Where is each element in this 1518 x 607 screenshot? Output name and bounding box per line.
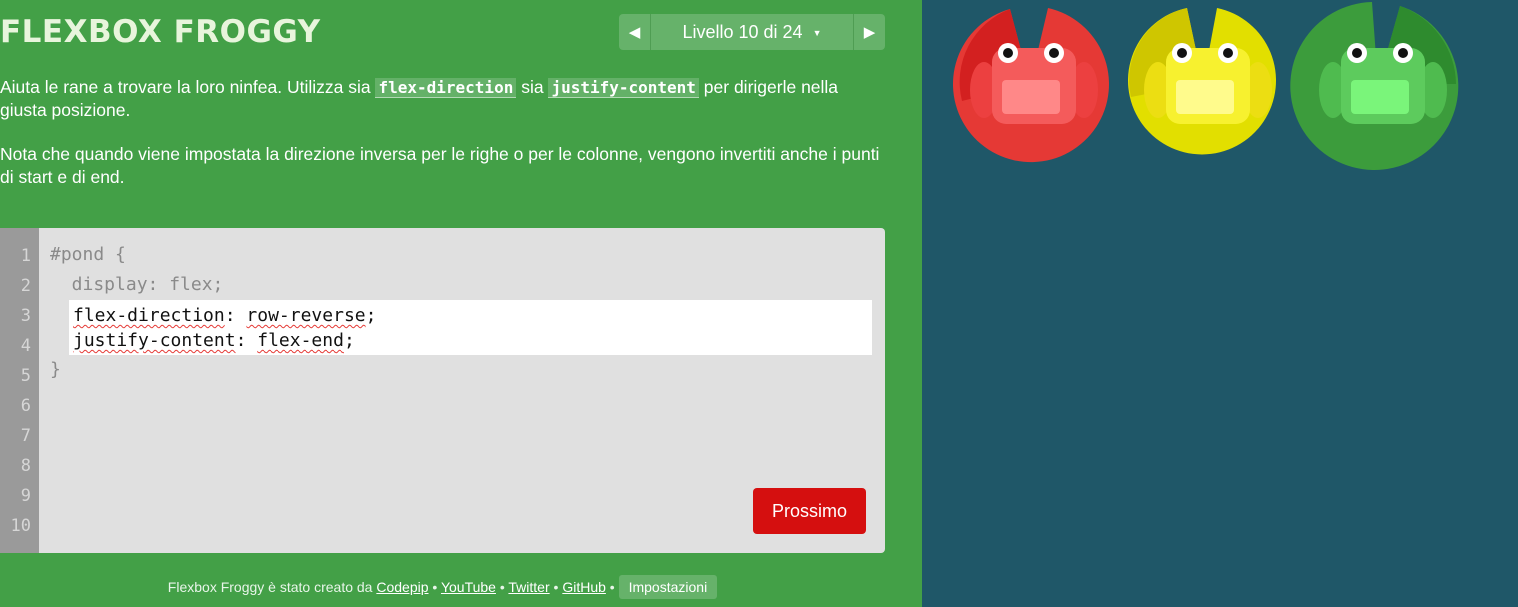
- link-github[interactable]: GitHub: [562, 579, 606, 595]
- caret-down-icon: ▼: [812, 28, 822, 38]
- sidebar: FLEXBOX FROGGY ◀ Livello 10 di 24 ▼ ▶ Ai…: [0, 0, 922, 607]
- punctuation: :: [235, 330, 258, 351]
- separator: •: [428, 579, 441, 595]
- settings-button[interactable]: Impostazioni: [618, 575, 718, 599]
- line-number: 7: [20, 426, 31, 446]
- line-number: 10: [10, 516, 31, 536]
- level-label: Livello 10 di 24: [682, 21, 803, 42]
- separator: •: [605, 579, 619, 595]
- instructions: Aiuta le rane a trovare la loro ninfea. …: [0, 76, 885, 210]
- punctuation: :: [224, 305, 247, 326]
- line-number: 4: [20, 336, 31, 356]
- line-number: 6: [20, 396, 31, 416]
- triangle-right-icon: ▶: [863, 24, 876, 41]
- line-number: 2: [20, 276, 31, 296]
- input-line-1: flex-direction: row-reverse;: [73, 305, 376, 326]
- credits-text: Flexbox Froggy è stato creato da: [167, 579, 377, 595]
- red-frog: [970, 43, 1098, 124]
- instruction-paragraph-2: Nota che quando viene impostata la direz…: [0, 144, 880, 187]
- yellow-frog: [1144, 43, 1272, 124]
- line-number: 3: [20, 306, 31, 326]
- next-button[interactable]: Prossimo: [753, 488, 866, 534]
- previous-level-button[interactable]: ◀: [619, 14, 651, 50]
- code-line-1: #pond {: [50, 244, 126, 265]
- punctuation: ;: [343, 330, 355, 351]
- code-line-5: }: [50, 359, 61, 380]
- level-indicator-dropdown[interactable]: Livello 10 di 24 ▼: [651, 14, 853, 50]
- separator: •: [495, 579, 509, 595]
- line-number: 5: [20, 366, 31, 386]
- instruction-text: sia: [516, 77, 549, 97]
- property-text: flex-direction: [73, 305, 225, 326]
- value-text: flex-end: [257, 330, 344, 351]
- input-line-2: justify-content: flex-end;: [73, 330, 355, 351]
- punctuation: ;: [365, 305, 377, 326]
- code-justify-content: justify-content: [548, 78, 699, 98]
- link-codepip[interactable]: Codepip: [376, 579, 428, 595]
- instruction-paragraph-1: Aiuta le rane a trovare la loro ninfea. …: [0, 76, 885, 122]
- separator: •: [549, 579, 563, 595]
- next-level-button[interactable]: ▶: [853, 14, 885, 50]
- css-input-textarea[interactable]: flex-direction: row-reverse; justify-con…: [69, 300, 872, 355]
- value-text: row-reverse: [246, 305, 366, 326]
- instruction-text: Aiuta le rane a trovare la loro ninfea. …: [0, 77, 376, 97]
- link-youtube[interactable]: YouTube: [441, 579, 496, 595]
- app-title: FLEXBOX FROGGY: [0, 14, 321, 50]
- line-number: 8: [20, 456, 31, 476]
- line-number: 9: [20, 486, 31, 506]
- code-editor: 1 2 3 4 5 6 7 8 9 10 #pond { display: fl…: [0, 228, 885, 553]
- line-number-gutter: 1 2 3 4 5 6 7 8 9 10: [0, 228, 39, 553]
- level-navigation: ◀ Livello 10 di 24 ▼ ▶: [619, 14, 885, 50]
- code-line-2: display: flex;: [50, 274, 224, 295]
- line-number: 1: [20, 246, 31, 266]
- code-flex-direction: flex-direction: [375, 78, 517, 98]
- green-frog: [1319, 43, 1447, 124]
- triangle-left-icon: ◀: [628, 24, 641, 41]
- link-twitter[interactable]: Twitter: [508, 579, 549, 595]
- property-text: justify-content: [73, 330, 236, 351]
- pond: [922, 0, 1518, 607]
- footer-credits: Flexbox Froggy è stato creato da Codepip…: [0, 575, 885, 599]
